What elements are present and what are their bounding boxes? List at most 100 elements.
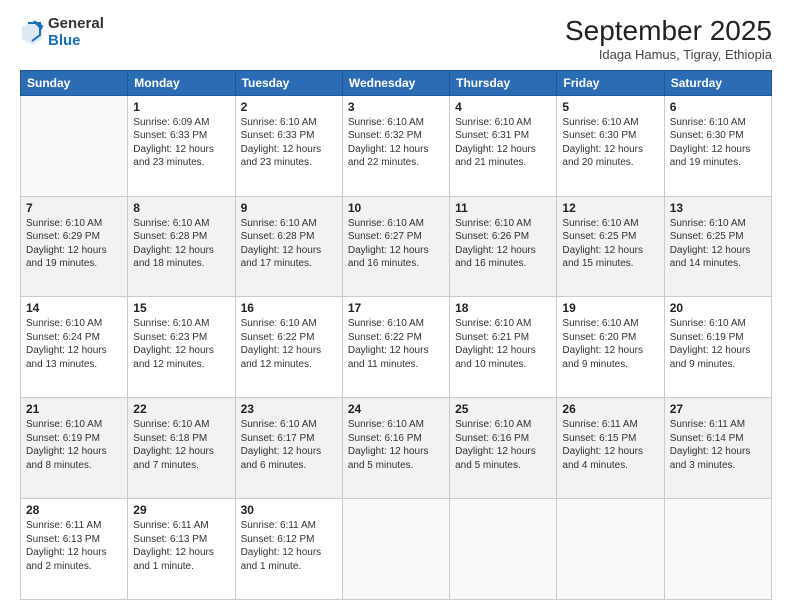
header: General Blue September 2025 Idaga Hamus,… [20, 16, 772, 62]
day-info: Sunrise: 6:10 AMSunset: 6:30 PMDaylight:… [562, 116, 658, 170]
table-row: 11 Sunrise: 6:10 AMSunset: 6:26 PMDayligh… [450, 196, 557, 297]
day-number: 10 [348, 201, 444, 215]
table-row: 28 Sunrise: 6:11 AMSunset: 6:13 PMDayligh… [21, 499, 128, 600]
table-row: 26 Sunrise: 6:11 AMSunset: 6:15 PMDayligh… [557, 398, 664, 499]
day-info: Sunrise: 6:11 AMSunset: 6:13 PMDaylight:… [133, 519, 229, 573]
col-thursday: Thursday [450, 70, 557, 95]
table-row [342, 499, 449, 600]
logo: General Blue [20, 16, 104, 49]
table-row: 15Sunrise: 6:10 AMSunset: 6:23 PMDayligh… [128, 297, 235, 398]
day-info: Sunrise: 6:10 AMSunset: 6:33 PMDaylight:… [241, 116, 337, 170]
logo-text: General Blue [48, 16, 104, 49]
table-row [664, 499, 771, 600]
day-info: Sunrise: 6:10 AMSunset: 6:25 PMDaylight:… [562, 217, 658, 271]
table-row: 3Sunrise: 6:10 AMSunset: 6:32 PMDaylight… [342, 95, 449, 196]
table-row: 30 Sunrise: 6:11 AMSunset: 6:12 PMDayligh… [235, 499, 342, 600]
calendar-week-row: 28 Sunrise: 6:11 AMSunset: 6:13 PMDayligh… [21, 499, 772, 600]
day-number: 13 [670, 201, 766, 215]
table-row: 7Sunrise: 6:10 AMSunset: 6:29 PMDaylight… [21, 196, 128, 297]
table-row: 9 Sunrise: 6:10 AMSunset: 6:28 PMDaylight… [235, 196, 342, 297]
day-info: Sunrise: 6:10 AMSunset: 6:19 PMDaylight:… [26, 418, 122, 472]
day-number: 1 [133, 100, 229, 114]
day-info: Sunrise: 6:10 AMSunset: 6:20 PMDaylight:… [562, 317, 658, 371]
day-number: 2 [241, 100, 337, 114]
day-info: Sunrise: 6:10 AMSunset: 6:28 PMDaylight:… [241, 217, 337, 271]
day-number: 11 [455, 201, 551, 215]
day-number: 27 [670, 402, 766, 416]
day-info: Sunrise: 6:10 AMSunset: 6:21 PMDaylight:… [455, 317, 551, 371]
day-info: Sunrise: 6:11 AMSunset: 6:12 PMDaylight:… [241, 519, 337, 573]
calendar-week-row: 21 Sunrise: 6:10 AMSunset: 6:19 PMDayligh… [21, 398, 772, 499]
day-number: 22 [133, 402, 229, 416]
day-number: 30 [241, 503, 337, 517]
day-info: Sunrise: 6:10 AMSunset: 6:16 PMDaylight:… [455, 418, 551, 472]
day-number: 8 [133, 201, 229, 215]
day-number: 20 [670, 301, 766, 315]
table-row: 22 Sunrise: 6:10 AMSunset: 6:18 PMDayligh… [128, 398, 235, 499]
logo-blue: Blue [48, 33, 104, 50]
day-number: 5 [562, 100, 658, 114]
table-row: 29Sunrise: 6:11 AMSunset: 6:13 PMDayligh… [128, 499, 235, 600]
day-info: Sunrise: 6:10 AMSunset: 6:32 PMDaylight:… [348, 116, 444, 170]
day-info: Sunrise: 6:10 AMSunset: 6:25 PMDaylight:… [670, 217, 766, 271]
month-title: September 2025 [565, 16, 772, 47]
day-number: 4 [455, 100, 551, 114]
table-row: 17 Sunrise: 6:10 AMSunset: 6:22 PMDayligh… [342, 297, 449, 398]
col-friday: Friday [557, 70, 664, 95]
day-info: Sunrise: 6:09 AMSunset: 6:33 PMDaylight:… [133, 116, 229, 170]
day-info: Sunrise: 6:11 AMSunset: 6:15 PMDaylight:… [562, 418, 658, 472]
day-number: 17 [348, 301, 444, 315]
day-number: 28 [26, 503, 122, 517]
day-info: Sunrise: 6:10 AMSunset: 6:18 PMDaylight:… [133, 418, 229, 472]
table-row: 21 Sunrise: 6:10 AMSunset: 6:19 PMDayligh… [21, 398, 128, 499]
day-number: 15 [133, 301, 229, 315]
table-row: 24 Sunrise: 6:10 AMSunset: 6:16 PMDayligh… [342, 398, 449, 499]
table-row [557, 499, 664, 600]
col-wednesday: Wednesday [342, 70, 449, 95]
day-info: Sunrise: 6:11 AMSunset: 6:13 PMDaylight:… [26, 519, 122, 573]
day-info: Sunrise: 6:11 AMSunset: 6:14 PMDaylight:… [670, 418, 766, 472]
day-number: 21 [26, 402, 122, 416]
title-section: September 2025 Idaga Hamus, Tigray, Ethi… [565, 16, 772, 62]
day-info: Sunrise: 6:10 AMSunset: 6:30 PMDaylight:… [670, 116, 766, 170]
day-number: 9 [241, 201, 337, 215]
calendar-header-row: Sunday Monday Tuesday Wednesday Thursday… [21, 70, 772, 95]
calendar-week-row: 1 Sunrise: 6:09 AMSunset: 6:33 PMDaylight… [21, 95, 772, 196]
table-row: 13 Sunrise: 6:10 AMSunset: 6:25 PMDayligh… [664, 196, 771, 297]
day-number: 24 [348, 402, 444, 416]
day-info: Sunrise: 6:10 AMSunset: 6:28 PMDaylight:… [133, 217, 229, 271]
day-info: Sunrise: 6:10 AMSunset: 6:26 PMDaylight:… [455, 217, 551, 271]
day-number: 14 [26, 301, 122, 315]
day-info: Sunrise: 6:10 AMSunset: 6:31 PMDaylight:… [455, 116, 551, 170]
day-number: 12 [562, 201, 658, 215]
table-row: 5 Sunrise: 6:10 AMSunset: 6:30 PMDaylight… [557, 95, 664, 196]
col-monday: Monday [128, 70, 235, 95]
day-number: 19 [562, 301, 658, 315]
table-row [21, 95, 128, 196]
day-number: 26 [562, 402, 658, 416]
day-number: 16 [241, 301, 337, 315]
table-row: 19 Sunrise: 6:10 AMSunset: 6:20 PMDayligh… [557, 297, 664, 398]
day-info: Sunrise: 6:10 AMSunset: 6:16 PMDaylight:… [348, 418, 444, 472]
table-row: 2 Sunrise: 6:10 AMSunset: 6:33 PMDaylight… [235, 95, 342, 196]
calendar-table: Sunday Monday Tuesday Wednesday Thursday… [20, 70, 772, 600]
table-row: 23Sunrise: 6:10 AMSunset: 6:17 PMDayligh… [235, 398, 342, 499]
table-row: 8 Sunrise: 6:10 AMSunset: 6:28 PMDaylight… [128, 196, 235, 297]
col-saturday: Saturday [664, 70, 771, 95]
table-row: 25 Sunrise: 6:10 AMSunset: 6:16 PMDayligh… [450, 398, 557, 499]
table-row: 1 Sunrise: 6:09 AMSunset: 6:33 PMDaylight… [128, 95, 235, 196]
table-row: 20 Sunrise: 6:10 AMSunset: 6:19 PMDayligh… [664, 297, 771, 398]
day-number: 18 [455, 301, 551, 315]
table-row: 18 Sunrise: 6:10 AMSunset: 6:21 PMDayligh… [450, 297, 557, 398]
day-number: 25 [455, 402, 551, 416]
day-info: Sunrise: 6:10 AMSunset: 6:22 PMDaylight:… [348, 317, 444, 371]
day-info: Sunrise: 6:10 AMSunset: 6:19 PMDaylight:… [670, 317, 766, 371]
logo-icon [20, 19, 44, 47]
col-sunday: Sunday [21, 70, 128, 95]
table-row: 27 Sunrise: 6:11 AMSunset: 6:14 PMDayligh… [664, 398, 771, 499]
table-row: 10Sunrise: 6:10 AMSunset: 6:27 PMDayligh… [342, 196, 449, 297]
table-row: 14Sunrise: 6:10 AMSunset: 6:24 PMDayligh… [21, 297, 128, 398]
table-row: 4 Sunrise: 6:10 AMSunset: 6:31 PMDaylight… [450, 95, 557, 196]
table-row: 6Sunrise: 6:10 AMSunset: 6:30 PMDaylight… [664, 95, 771, 196]
day-number: 7 [26, 201, 122, 215]
